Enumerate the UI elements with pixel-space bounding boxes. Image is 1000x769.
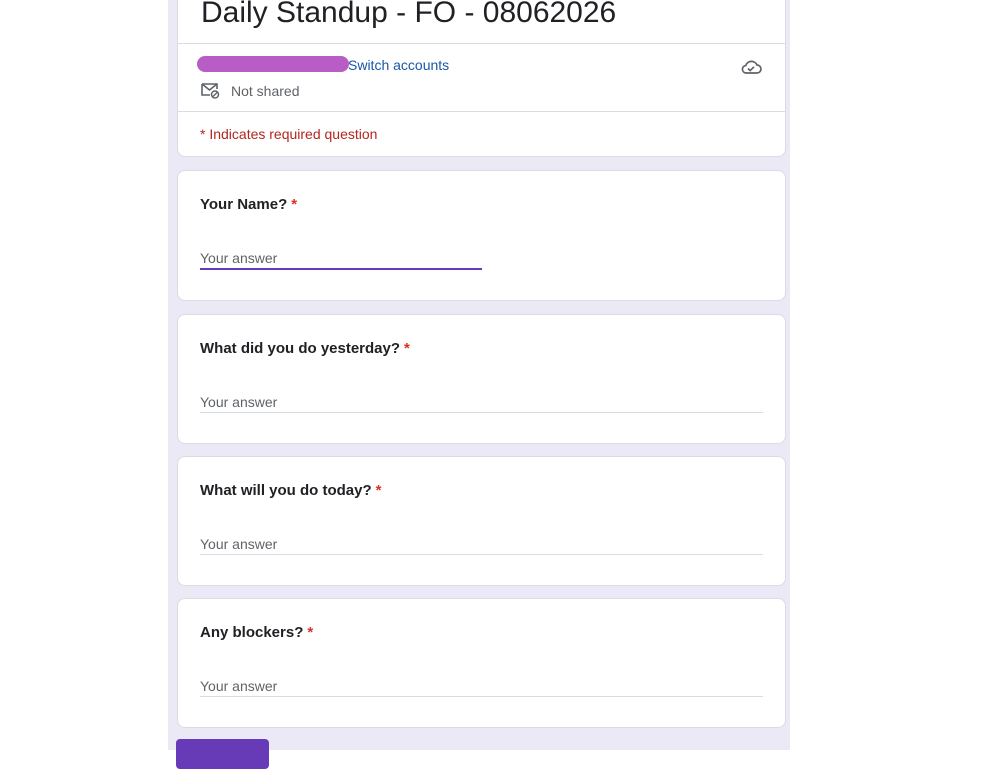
answer-input-blockers[interactable] [200, 676, 763, 697]
form-title: Daily Standup - FO - 08062026 [201, 0, 617, 29]
redacted-account-email [197, 56, 349, 72]
required-note: * Indicates required question [200, 126, 378, 142]
question-title: What did you do yesterday? * [200, 340, 410, 357]
question-label: Your Name? [200, 196, 288, 213]
cloud-saved-icon[interactable] [739, 57, 763, 77]
answer-input-yesterday[interactable] [200, 392, 763, 413]
question-title: Any blockers? * [200, 624, 313, 641]
question-card: What did you do yesterday? * [177, 314, 786, 444]
required-asterisk: * [291, 196, 298, 213]
question-title: What will you do today? * [200, 482, 382, 499]
submit-button[interactable] [176, 739, 269, 769]
account-divider [178, 111, 785, 112]
email-share-icon [201, 83, 220, 99]
question-card: Any blockers? * [177, 598, 786, 728]
required-asterisk: * [307, 624, 314, 641]
required-asterisk: * [375, 482, 382, 499]
answer-input-name[interactable] [200, 248, 482, 270]
share-status: Not shared [231, 83, 300, 99]
question-label: What will you do today? [200, 482, 372, 499]
form-header-card: Daily Standup - FO - 08062026 Switch acc… [177, 0, 786, 157]
answer-input-today[interactable] [200, 534, 763, 555]
title-divider [178, 43, 785, 44]
question-label: Any blockers? [200, 624, 304, 641]
question-card: What will you do today? * [177, 456, 786, 586]
question-label: What did you do yesterday? [200, 340, 401, 357]
required-asterisk: * [404, 340, 410, 357]
switch-accounts-link[interactable]: Switch accounts [348, 57, 449, 73]
question-title: Your Name? * [200, 196, 297, 213]
question-card: Your Name? * [177, 170, 786, 301]
